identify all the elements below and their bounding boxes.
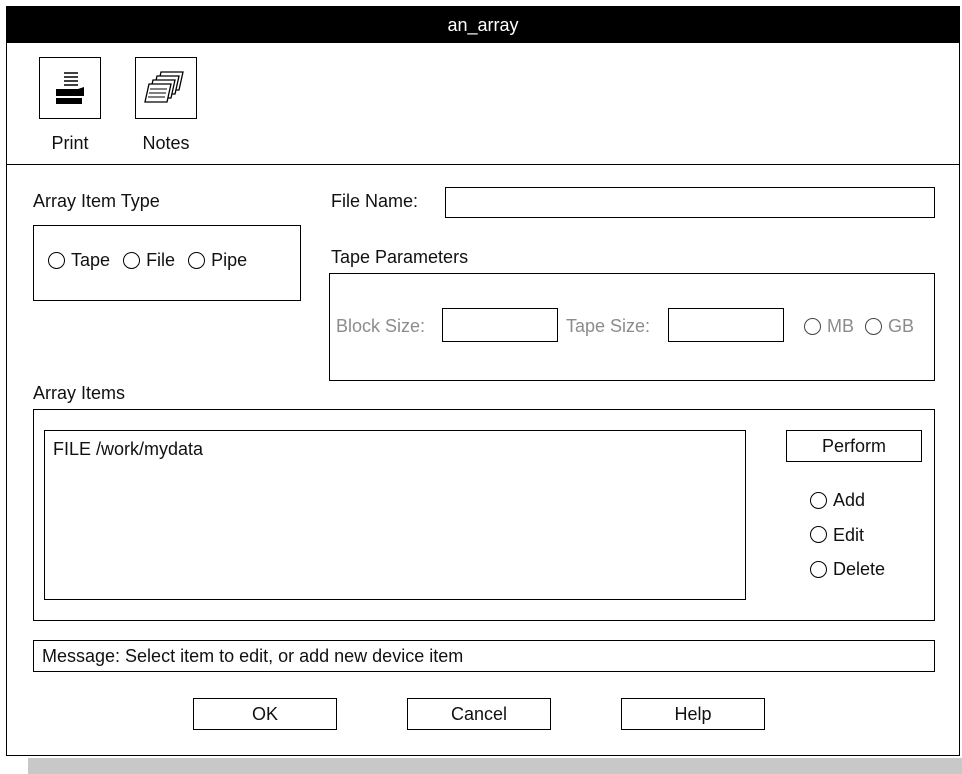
printer-icon — [39, 57, 101, 119]
unit-radios: MB GB — [804, 316, 914, 340]
print-label: Print — [51, 133, 89, 153]
file-name-label: File Name: — [331, 191, 419, 211]
array-items-list[interactable]: FILE /work/mydata — [44, 430, 746, 600]
cancel-button[interactable]: Cancel — [407, 698, 551, 730]
radio-circle — [865, 318, 883, 335]
radio-circle — [810, 526, 827, 543]
print-button[interactable]: Print — [39, 57, 101, 154]
array-item-type-label: Array Item Type — [33, 191, 160, 211]
window-title: an_array — [447, 15, 519, 35]
title-bar: an_array — [7, 7, 959, 43]
action-radios: Add Edit Delete — [810, 484, 885, 588]
message-bar: Message: Select item to edit, or add new… — [33, 640, 935, 672]
radio-edit[interactable]: Edit — [810, 519, 864, 551]
block-size-input[interactable] — [442, 308, 558, 342]
perform-button[interactable]: Perform — [786, 430, 922, 462]
radio-circle — [804, 318, 821, 335]
notes-icon — [135, 57, 197, 119]
list-item[interactable]: FILE /work/mydata — [45, 431, 745, 468]
notes-label: Notes — [142, 133, 190, 153]
array-items-label: Array Items — [33, 383, 126, 403]
tape-size-input[interactable] — [668, 308, 784, 342]
ok-button[interactable]: OK — [193, 698, 337, 730]
block-size-label: Block Size: — [336, 316, 426, 336]
toolbar: Print Notes — [7, 43, 959, 165]
array-items-group: FILE /work/mydata Perform Add Edit Delet… — [33, 409, 935, 621]
radio-tape[interactable]: Tape — [48, 250, 110, 271]
file-name-input[interactable] — [445, 187, 935, 218]
radio-add[interactable]: Add — [810, 484, 865, 516]
radio-mb[interactable]: MB — [804, 316, 854, 337]
array-item-type-group: Tape File Pipe — [33, 225, 301, 301]
message-text: Message: Select item to edit, or add new… — [42, 646, 464, 666]
notes-button[interactable]: Notes — [135, 57, 197, 154]
radio-file[interactable]: File — [123, 250, 175, 271]
item-type-radios: Tape File Pipe — [48, 250, 247, 274]
radio-delete[interactable]: Delete — [810, 553, 885, 585]
tape-parameters-group: Block Size: Tape Size: MB GB — [329, 273, 935, 381]
radio-circle — [123, 252, 141, 269]
tape-parameters-label: Tape Parameters — [331, 247, 469, 267]
radio-circle — [48, 252, 65, 269]
tape-size-label: Tape Size: — [566, 316, 651, 336]
radio-circle — [810, 491, 827, 509]
help-button[interactable]: Help — [621, 698, 765, 730]
radio-circle — [188, 252, 206, 269]
radio-circle — [810, 560, 827, 578]
radio-gb[interactable]: GB — [865, 316, 914, 337]
window-shadow — [28, 758, 962, 774]
dialog-window: an_array Print Notes Array Item Type Tap… — [6, 6, 960, 756]
radio-pipe[interactable]: Pipe — [188, 250, 247, 271]
